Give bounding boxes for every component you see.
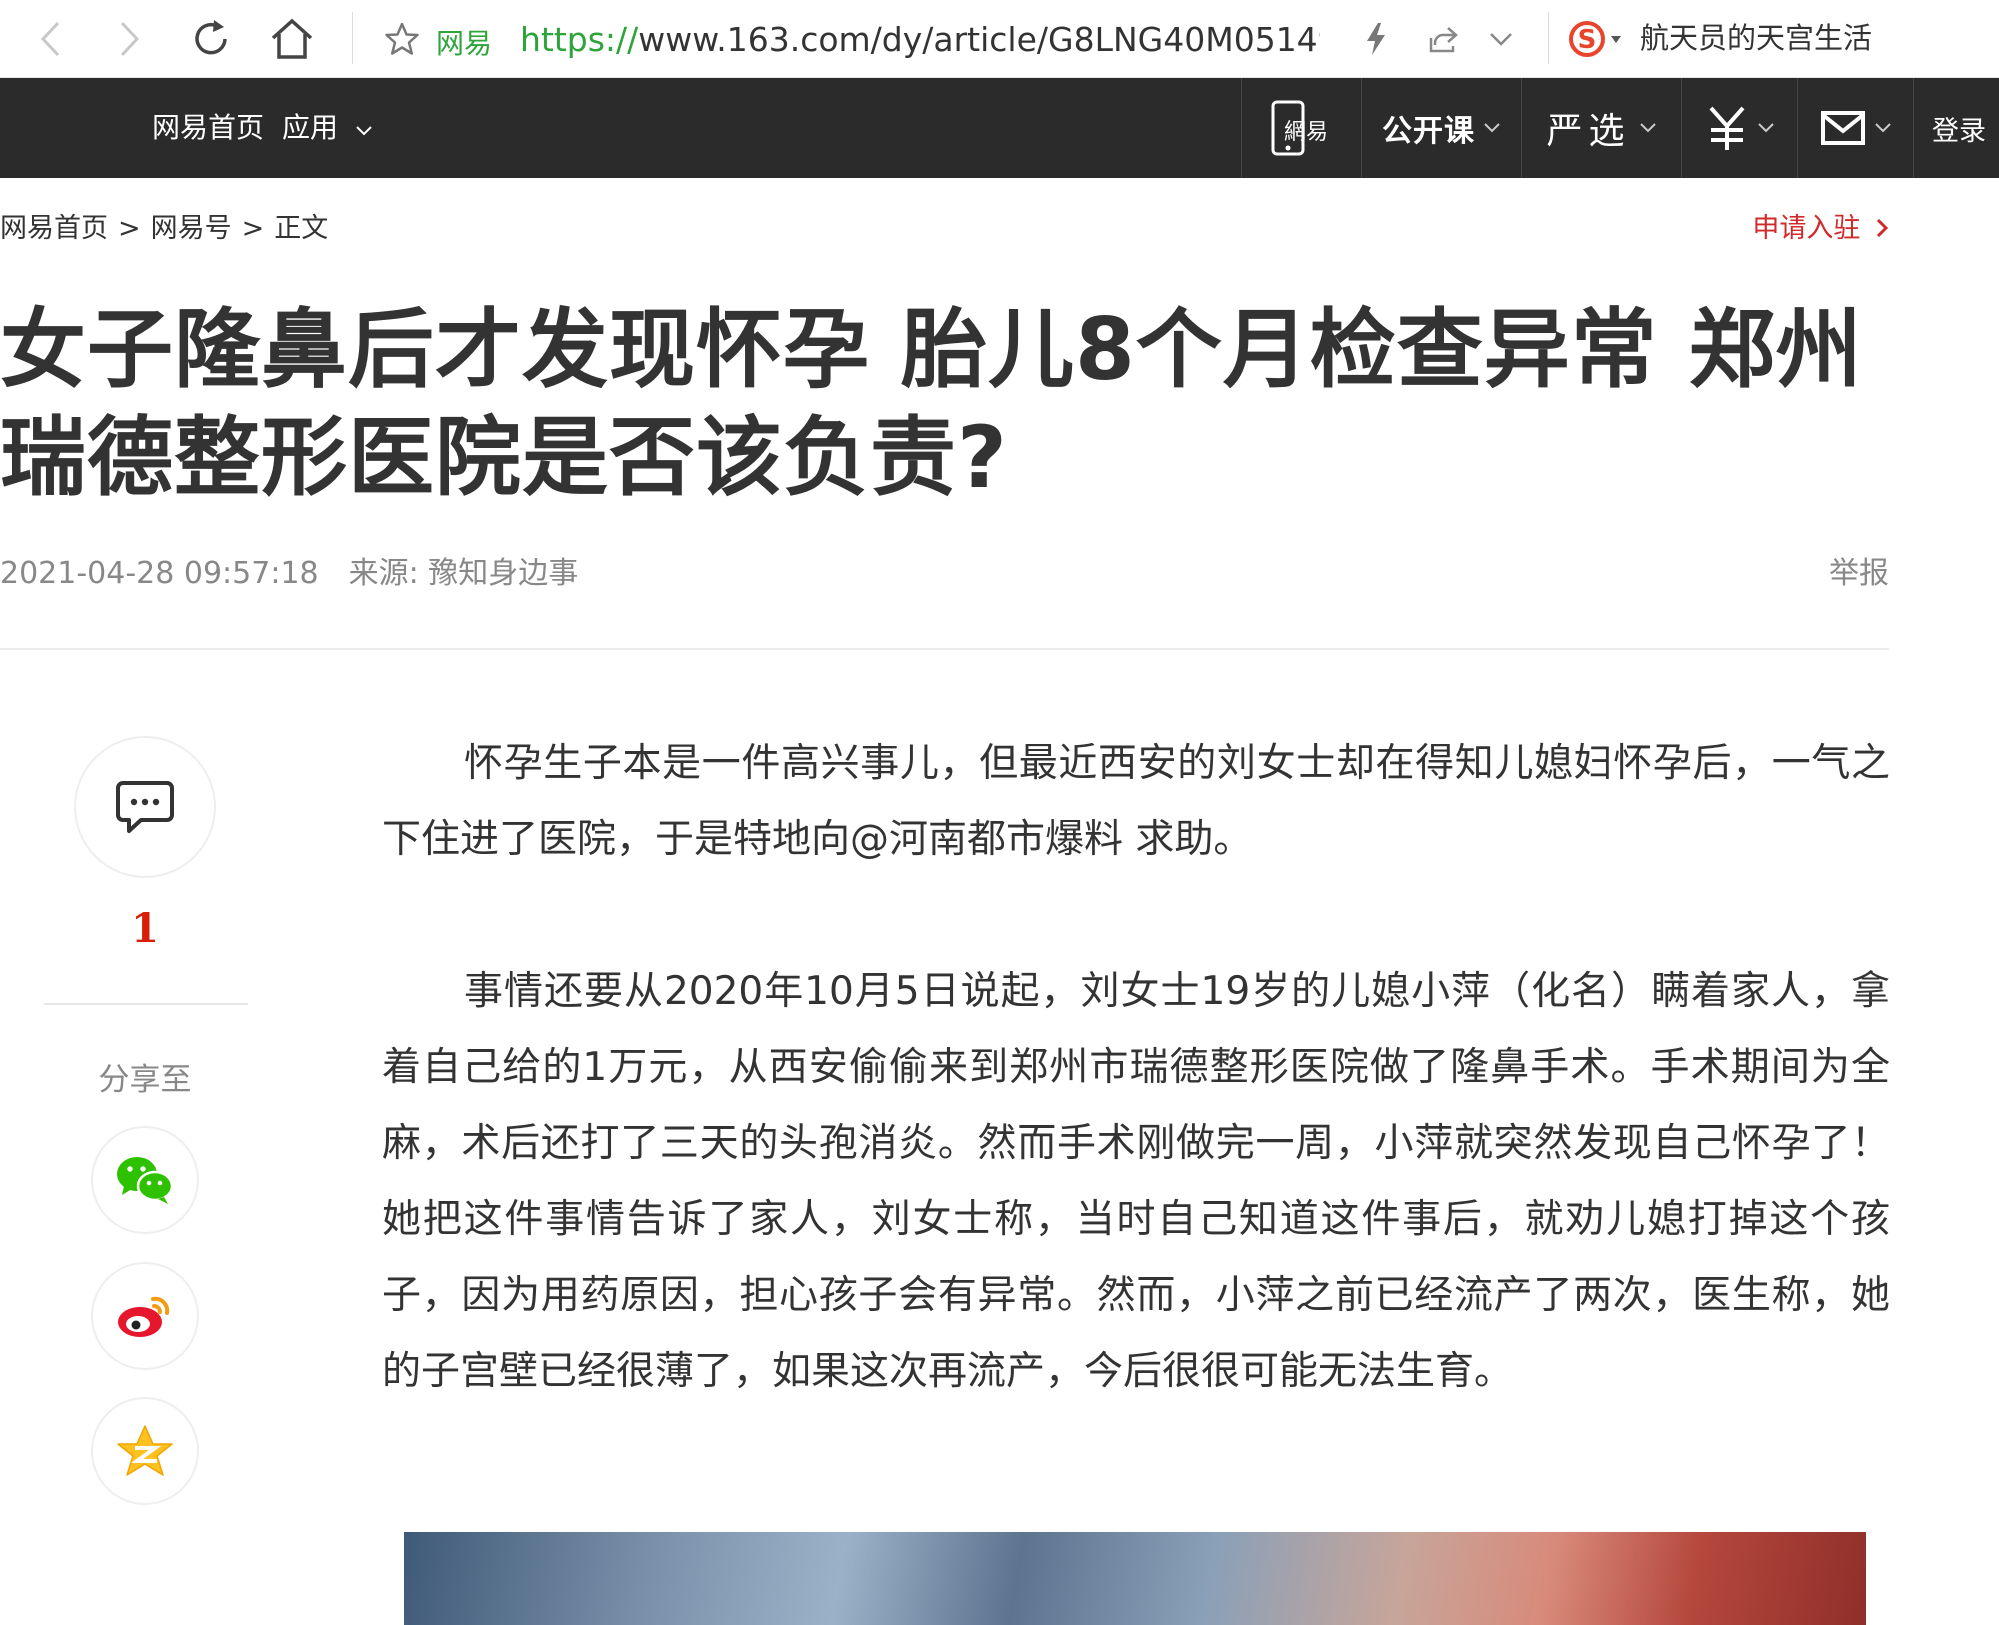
nav-right-group: 網易 公开课 严选 登录	[1241, 78, 1999, 178]
article-image	[404, 1532, 1866, 1625]
chevron-right-icon	[1876, 218, 1889, 238]
back-arrow-icon[interactable]	[28, 0, 72, 78]
wechat-icon	[117, 1157, 174, 1204]
nav-home-link[interactable]: 网易首页	[152, 78, 264, 178]
report-link[interactable]: 举报	[1829, 548, 1889, 592]
yuan-icon	[1709, 106, 1744, 150]
header-divider	[0, 648, 1889, 650]
mail-icon	[1820, 111, 1865, 145]
url-path: www.163.com/dy/article/G8LNG40M051490Q6	[638, 20, 1320, 59]
share-weibo-button[interactable]	[91, 1262, 199, 1370]
breadcrumb: 网易首页 > 网易号 > 正文	[0, 206, 328, 245]
address-bar[interactable]: https://www.163.com/dy/article/G8LNG40M0…	[520, 18, 1320, 62]
article-source[interactable]: 来源: 豫知身边事	[349, 556, 579, 591]
refresh-icon[interactable]	[186, 0, 236, 78]
comment-bubble-icon	[116, 781, 174, 833]
search-suggestion-text[interactable]: 航天员的天宫生活	[1640, 16, 1872, 60]
nav-mail[interactable]	[1797, 78, 1913, 178]
share-qzone-button[interactable]	[91, 1397, 199, 1505]
comment-count[interactable]: 1	[0, 905, 290, 952]
nav-mobile-app[interactable]: 網易	[1241, 78, 1361, 178]
chevron-down-icon	[1757, 123, 1774, 133]
breadcrumb-separator: >	[241, 213, 265, 244]
apply-join-label: 申请入驻	[1752, 213, 1861, 244]
breadcrumb-home[interactable]: 网易首页	[0, 213, 108, 244]
share-wechat-button[interactable]	[91, 1126, 199, 1234]
article-paragraph: 事情还要从2020年10月5日说起，刘女士19岁的儿媳小萍（化名）瞒着家人，拿着…	[382, 969, 1890, 1394]
url-scheme: https://	[520, 20, 639, 59]
star-icon[interactable]	[382, 0, 422, 78]
nav-login[interactable]: 登录	[1913, 78, 1999, 178]
chevron-down-icon	[1484, 123, 1500, 133]
nav-apps-label: 应用	[282, 111, 339, 144]
publish-date: 2021-04-28 09:57:18	[0, 556, 319, 591]
share-icon[interactable]	[1424, 0, 1462, 78]
nav-open-course[interactable]: 公开课	[1361, 78, 1521, 178]
svg-text:S: S	[1578, 25, 1597, 55]
qzone-star-icon	[117, 1425, 173, 1476]
nav-login-label: 登录	[1932, 115, 1986, 147]
breadcrumb-separator: >	[118, 213, 141, 244]
chevron-down-icon	[356, 126, 372, 136]
breadcrumb-current: 正文	[274, 213, 329, 244]
nav-mobile-label: 網易	[1284, 120, 1329, 145]
apply-join-link[interactable]: 申请入驻	[1752, 206, 1889, 245]
nav-yanxuan[interactable]: 严选	[1521, 78, 1681, 178]
nav-open-course-label: 公开课	[1382, 114, 1475, 149]
article-title: 女子隆鼻后才发现怀孕 胎儿8个月检查异常 郑州瑞德整形医院是否该负责?	[0, 300, 1863, 508]
nav-payment[interactable]	[1681, 78, 1797, 178]
browser-toolbar: 网易 https://www.163.com/dy/article/G8LNG4…	[0, 0, 1999, 78]
nav-yanxuan-label: 严选	[1546, 111, 1631, 152]
toolbar-divider	[1548, 12, 1549, 64]
article-paragraph: 怀孕生子本是一件高兴事儿，但最近西安的刘女士却在得知儿媳妇怀孕后，一气之下住进了…	[382, 741, 1890, 862]
lightning-icon[interactable]	[1358, 0, 1394, 78]
forward-arrow-icon[interactable]	[108, 0, 152, 78]
toolbar-divider	[352, 12, 353, 64]
chevron-down-icon[interactable]	[1484, 0, 1518, 78]
site-name-label: 网易	[436, 27, 493, 60]
share-label: 分享至	[98, 1062, 192, 1098]
breadcrumb-netease-hao[interactable]: 网易号	[151, 213, 232, 244]
home-icon[interactable]	[266, 0, 318, 78]
comment-button[interactable]	[74, 736, 216, 878]
article-body: 怀孕生子本是一件高兴事儿，但最近西安的刘女士却在得知儿媳妇怀孕后，一气之下住进了…	[382, 726, 1890, 1486]
article-meta: 2021-04-28 09:57:18 来源: 豫知身边事	[0, 548, 578, 592]
sogou-search-icon[interactable]: S	[1566, 0, 1628, 78]
chevron-down-icon	[1874, 123, 1891, 133]
nav-apps-menu[interactable]: 应用	[282, 78, 373, 178]
weibo-icon	[118, 1296, 170, 1337]
site-top-nav: 网易首页 应用 網易 公开课 严选 登录	[0, 78, 1999, 178]
chevron-down-icon	[1639, 123, 1656, 133]
rail-divider	[44, 1003, 248, 1005]
